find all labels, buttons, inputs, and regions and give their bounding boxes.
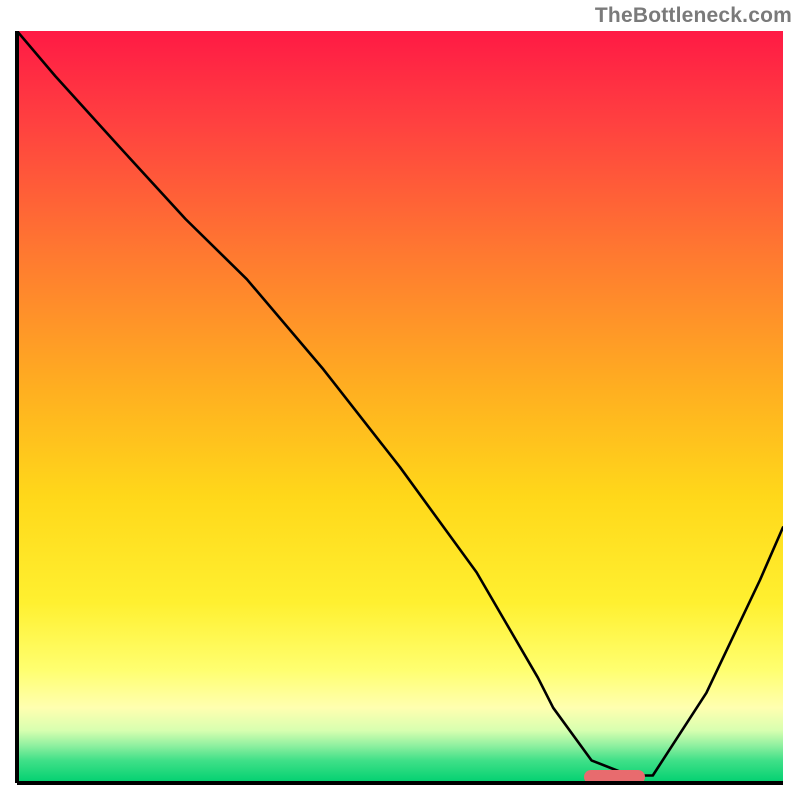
chart-container: TheBottleneck.com (0, 0, 800, 800)
optimal-range-marker (584, 770, 645, 783)
gradient-background (17, 31, 783, 783)
plot-area (17, 31, 783, 783)
watermark: TheBottleneck.com (595, 4, 792, 28)
